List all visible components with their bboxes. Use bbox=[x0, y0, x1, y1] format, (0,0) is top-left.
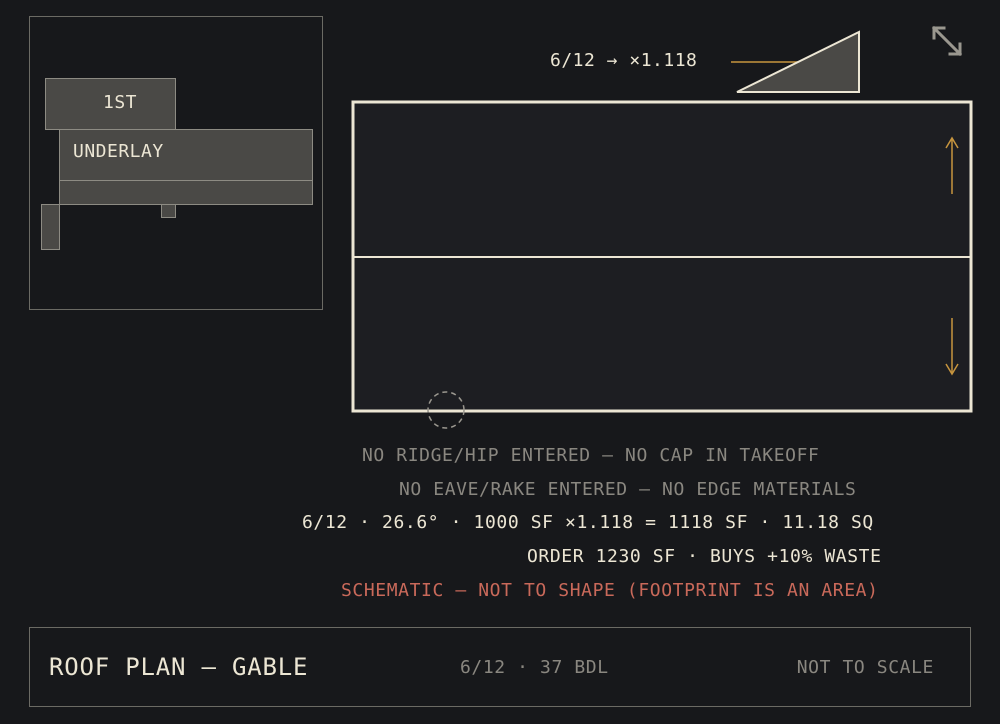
note-order: ORDER 1230 SF · BUYS +10% WASTE bbox=[527, 546, 882, 567]
layer-first-floor-label: 1ST bbox=[103, 92, 138, 113]
layer-panel: 1ST UNDERLAY bbox=[29, 16, 323, 310]
layer-underlay-strip[interactable] bbox=[59, 180, 313, 205]
layer-underlay[interactable]: UNDERLAY bbox=[59, 129, 313, 182]
pitch-triangle bbox=[731, 30, 860, 93]
layer-tab-left[interactable] bbox=[41, 204, 60, 250]
footer-pitch-bundles: 6/12 · 37 BDL bbox=[460, 657, 609, 678]
expand-arrows-icon[interactable] bbox=[928, 22, 966, 60]
roof-plan-canvas bbox=[351, 100, 973, 429]
note-no-ridge: NO RIDGE/HIP ENTERED — NO CAP IN TAKEOFF bbox=[362, 445, 820, 466]
layer-tab-small[interactable] bbox=[161, 204, 176, 218]
footer-bar: ROOF PLAN — GABLE 6/12 · 37 BDL NOT TO S… bbox=[29, 627, 971, 707]
footer-scale-note: NOT TO SCALE bbox=[796, 657, 934, 678]
footer-title: ROOF PLAN — GABLE bbox=[49, 653, 309, 681]
layer-first-floor[interactable]: 1ST bbox=[45, 78, 176, 130]
note-no-eave: NO EAVE/RAKE ENTERED — NO EDGE MATERIALS bbox=[399, 479, 857, 500]
note-calculation: 6/12 · 26.6° · 1000 SF ×1.118 = 1118 SF … bbox=[302, 512, 874, 533]
pitch-multiplier-label: 6/12 → ×1.118 bbox=[550, 50, 698, 71]
layer-underlay-label: UNDERLAY bbox=[73, 141, 164, 162]
note-schematic-warning: SCHEMATIC — NOT TO SHAPE (FOOTPRINT IS A… bbox=[341, 580, 879, 601]
